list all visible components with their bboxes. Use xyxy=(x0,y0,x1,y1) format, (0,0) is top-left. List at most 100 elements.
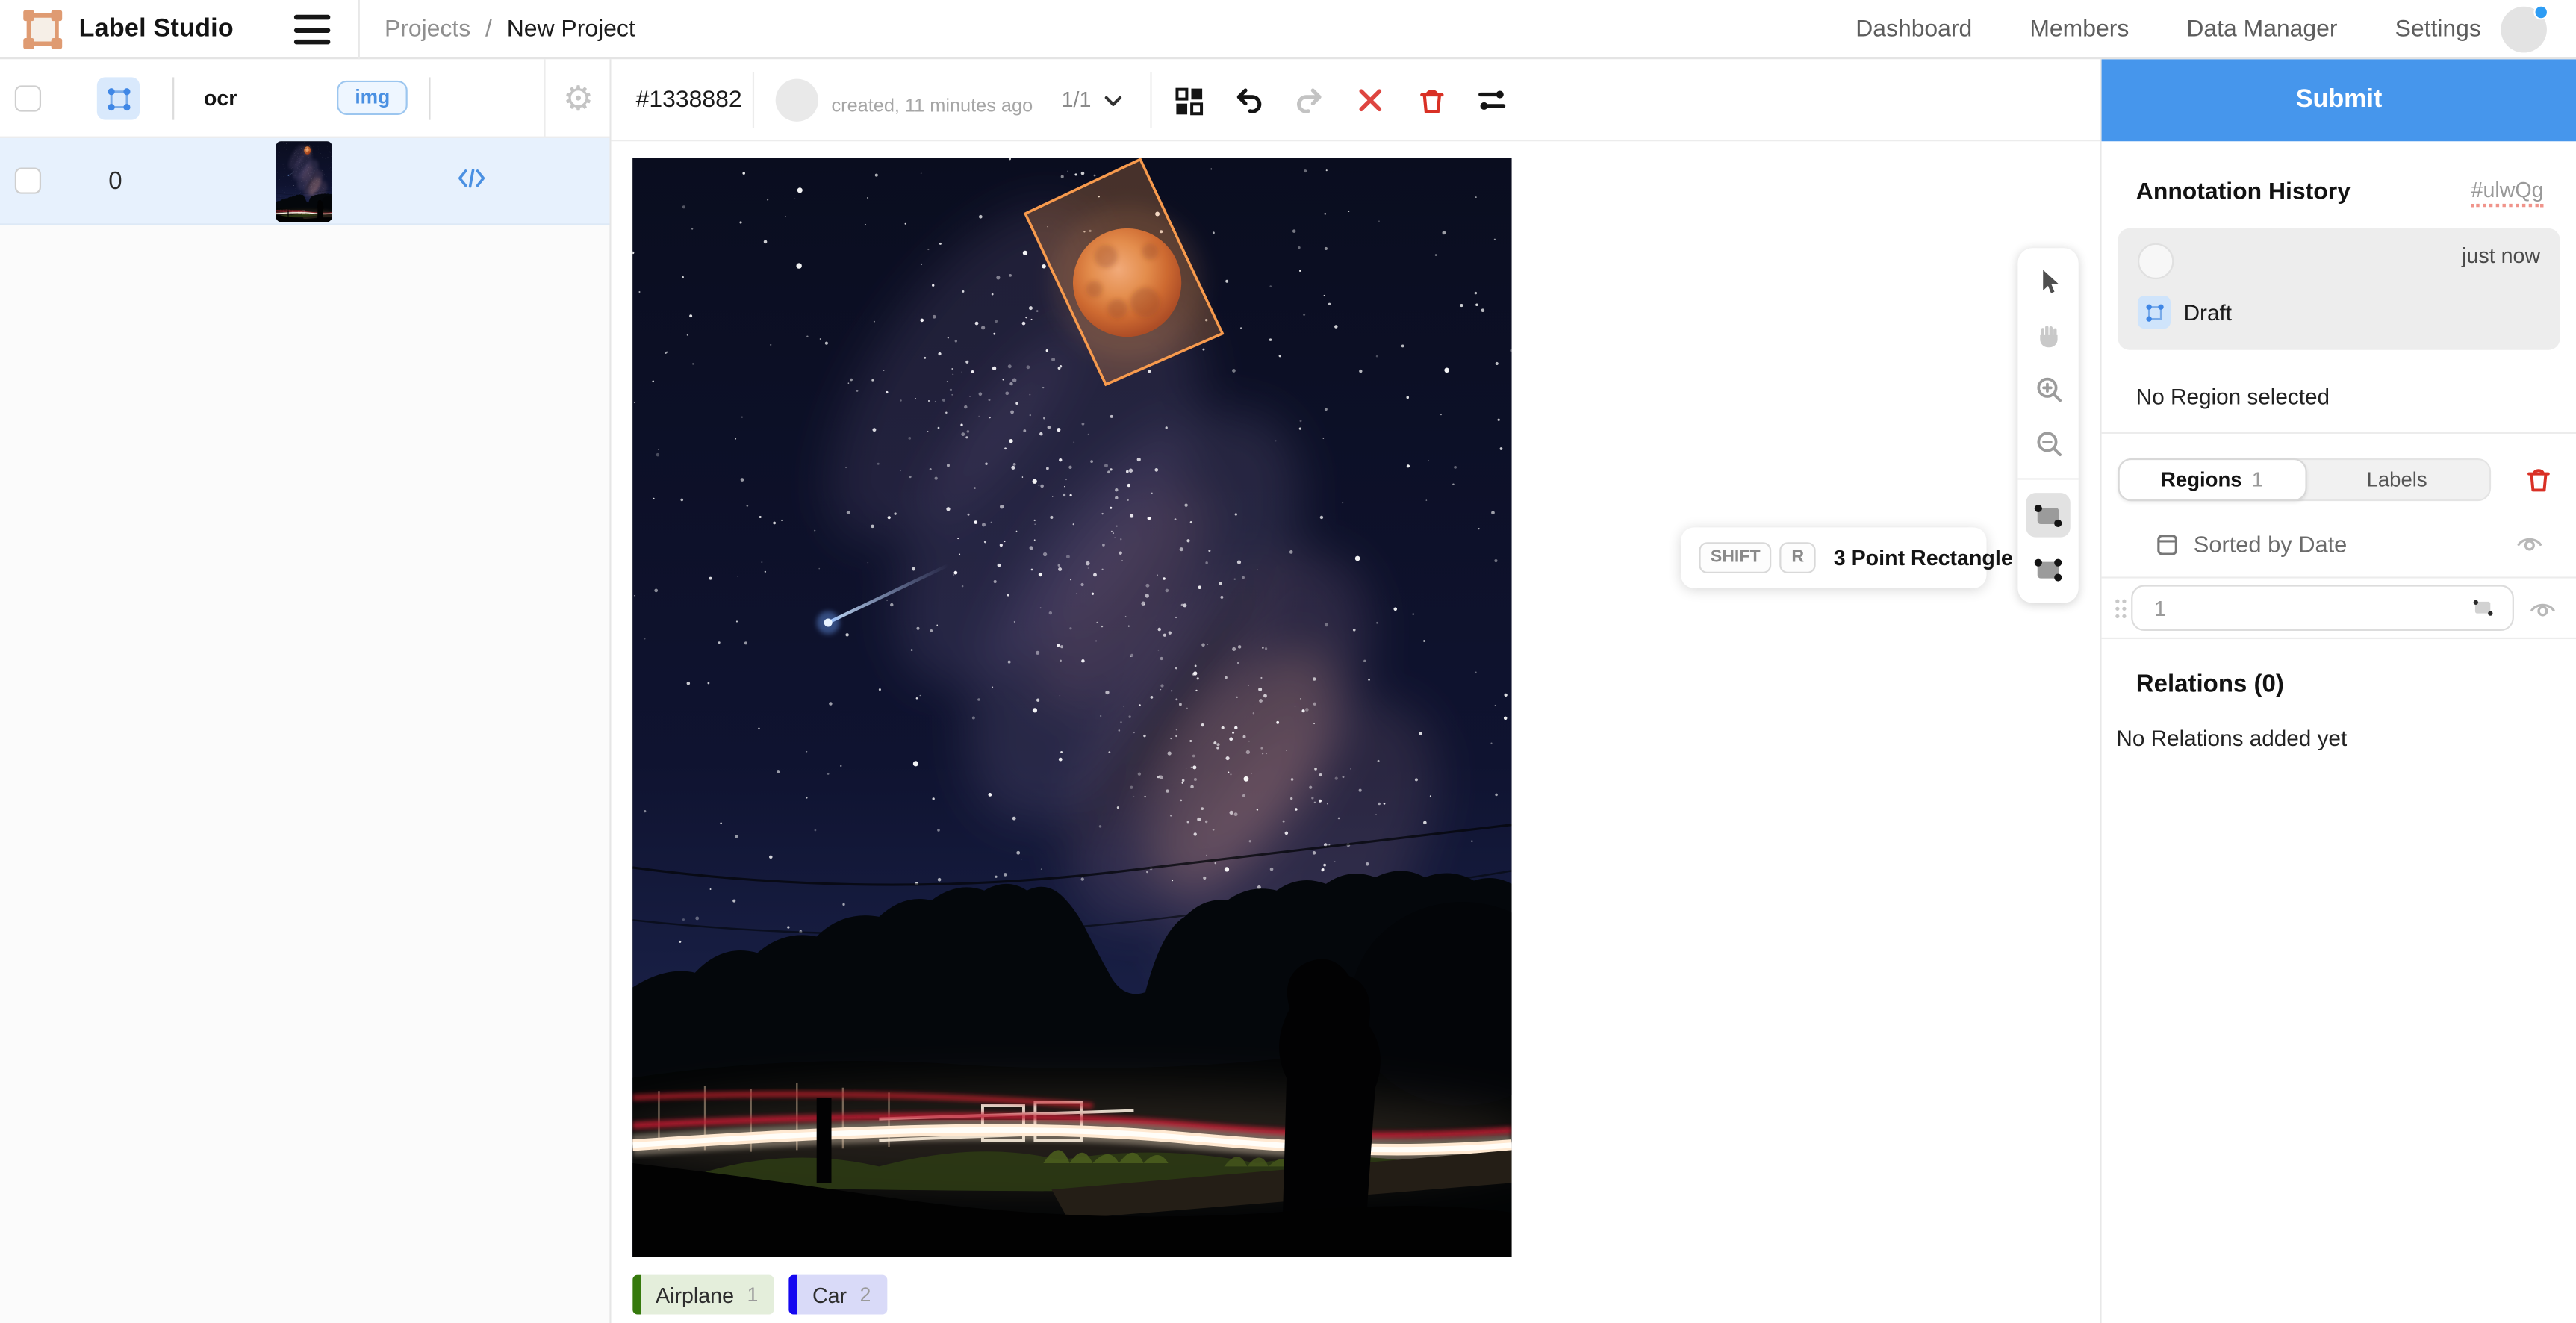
label-chips: Airplane 1 Car 2 xyxy=(632,1275,887,1315)
sort-by-date-icon xyxy=(2154,530,2180,556)
nav-settings[interactable]: Settings xyxy=(2395,16,2481,43)
redo-button[interactable] xyxy=(1292,82,1328,118)
breadcrumb-projects[interactable]: Projects xyxy=(385,16,470,43)
hand-icon xyxy=(2033,320,2063,349)
trash-icon xyxy=(1416,84,1447,116)
annotation-pager[interactable]: 1/1 xyxy=(1062,87,1092,112)
annotation-canvas[interactable] xyxy=(632,158,1511,1257)
region-item-box[interactable]: 1 xyxy=(2131,585,2514,631)
draft-status: Draft xyxy=(2184,300,2232,325)
label-chip-car[interactable]: Car 2 xyxy=(789,1275,887,1315)
cursor-icon xyxy=(2033,265,2063,295)
nav-data-manager[interactable]: Data Manager xyxy=(2186,16,2337,43)
task-row-checkbox[interactable] xyxy=(15,167,41,193)
user-avatar[interactable] xyxy=(2501,7,2547,53)
zoom-in-tool-button[interactable] xyxy=(2026,367,2070,411)
menu-hamburger-icon[interactable] xyxy=(294,15,330,45)
label-studio-logo-icon xyxy=(22,8,64,51)
region-id: 1 xyxy=(2154,596,2166,620)
app-title: Label Studio xyxy=(79,15,234,45)
eye-icon xyxy=(2529,594,2557,622)
panel-divider xyxy=(2102,432,2576,434)
task-source-button[interactable] xyxy=(457,167,487,197)
shift-key-chip: SHIFT xyxy=(1699,542,1772,573)
label-color-bar xyxy=(632,1275,641,1315)
nav-dashboard[interactable]: Dashboard xyxy=(1855,16,1972,43)
region-overlay xyxy=(632,158,1511,1257)
header-divider xyxy=(753,72,754,128)
app-brand: Label Studio xyxy=(22,8,234,51)
task-id: #1338882 xyxy=(636,87,742,113)
airplane-region-annotation[interactable] xyxy=(1025,159,1222,384)
regions-labels-tabs: Regions 1 Labels xyxy=(2118,458,2554,501)
no-region-text: No Region selected xyxy=(2136,385,2576,409)
move-tool-button[interactable] xyxy=(2026,258,2070,302)
eye-icon xyxy=(2516,529,2543,557)
delete-regions-button[interactable] xyxy=(2524,465,2554,495)
delete-task-button[interactable] xyxy=(1413,82,1449,118)
tools-toolbar xyxy=(2017,248,2078,603)
redo-icon xyxy=(1293,84,1326,116)
toggle-region-visibility-button[interactable] xyxy=(2529,594,2557,622)
undo-icon xyxy=(1232,84,1265,116)
tab-regions-label: Regions xyxy=(2161,468,2242,491)
task-list-sidebar: ocr img ⚙ 0 xyxy=(0,59,612,1323)
chevron-down-icon[interactable] xyxy=(1101,89,1125,122)
draft-author-avatar xyxy=(2138,243,2174,279)
draft-history-item[interactable]: just now Draft xyxy=(2118,228,2560,350)
drag-handle-icon[interactable] xyxy=(2108,594,2131,622)
task-row[interactable]: 0 xyxy=(0,138,609,225)
history-title: Annotation History xyxy=(2136,179,2351,205)
top-nav: Dashboard Members Data Manager Settings xyxy=(1855,0,2481,59)
top-bar: Label Studio Projects / New Project Dash… xyxy=(0,0,2576,59)
submit-button[interactable]: Submit xyxy=(2102,59,2576,141)
label-name: Car xyxy=(812,1283,847,1307)
header-divider-2 xyxy=(1150,72,1151,128)
label-chip-airplane[interactable]: Airplane 1 xyxy=(632,1275,774,1315)
header-divider-2 xyxy=(429,77,430,119)
zoom-out-tool-button[interactable] xyxy=(2026,420,2070,464)
annotations-column-button[interactable] xyxy=(97,77,140,119)
draft-timestamp: just now xyxy=(2462,243,2540,268)
sort-order-row[interactable]: Sorted by Date xyxy=(2154,529,2544,557)
tab-labels[interactable]: Labels xyxy=(2304,460,2489,499)
notification-dot xyxy=(2533,5,2548,20)
label-hotkey: 2 xyxy=(860,1283,871,1307)
tab-labels-label: Labels xyxy=(2367,468,2427,491)
toggle-all-regions-visibility-button[interactable] xyxy=(2516,529,2543,557)
undo-button[interactable] xyxy=(1231,82,1266,118)
annotation-side-panel: Submit Annotation History #ulwQg just no… xyxy=(2100,59,2576,1323)
relations-title: Relations (0) xyxy=(2136,670,2576,698)
gear-icon[interactable]: ⚙ xyxy=(563,81,594,116)
sort-order-label: Sorted by Date xyxy=(2194,530,2348,556)
label-name: Airplane xyxy=(656,1283,734,1307)
topbar-divider xyxy=(358,0,360,59)
columns-settings-column: ⚙ xyxy=(544,59,611,138)
select-all-checkbox[interactable] xyxy=(15,85,41,111)
zoom-in-icon xyxy=(2033,374,2063,404)
rectangle-tool-icon xyxy=(2032,499,2064,531)
region-type-rectangle-icon xyxy=(2470,595,2496,621)
annotation-workspace: #1338882 created, 11 minutes ago 1/1 xyxy=(612,59,2100,1323)
breadcrumb-separator: / xyxy=(485,16,492,43)
region-list-item[interactable]: 1 xyxy=(2102,576,2576,639)
draft-type-icon xyxy=(2138,296,2171,329)
annotation-id-link[interactable]: #ulwQg xyxy=(2471,178,2544,208)
breadcrumb-current-project[interactable]: New Project xyxy=(507,16,635,43)
pan-tool-button[interactable] xyxy=(2026,312,2070,356)
zoom-out-icon xyxy=(2033,428,2063,458)
column-header-ocr: ocr xyxy=(204,85,237,110)
toolbar-divider xyxy=(2017,478,2078,479)
task-header: #1338882 created, 11 minutes ago 1/1 xyxy=(612,59,2100,141)
three-point-rectangle-tool-button[interactable] xyxy=(2026,547,2070,591)
grid-view-button[interactable] xyxy=(1170,82,1206,118)
rectangle-tool-button[interactable] xyxy=(2026,493,2070,537)
task-list-header: ocr img ⚙ xyxy=(0,59,609,138)
tab-regions[interactable]: Regions 1 xyxy=(2118,458,2306,501)
nav-members[interactable]: Members xyxy=(2029,16,2129,43)
close-x-icon xyxy=(1355,85,1385,115)
next-task-button[interactable] xyxy=(1474,82,1510,118)
reject-button[interactable] xyxy=(1352,82,1388,118)
created-timestamp: created, 11 minutes ago xyxy=(832,97,1033,116)
relations-empty-text: No Relations added yet xyxy=(2116,726,2576,751)
